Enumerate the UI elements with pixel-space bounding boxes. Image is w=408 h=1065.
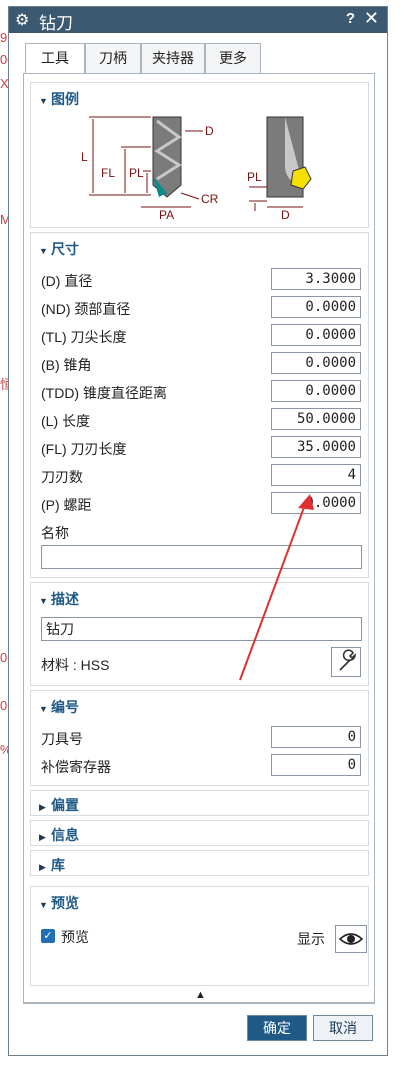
annotation-arrow: [239, 494, 314, 681]
